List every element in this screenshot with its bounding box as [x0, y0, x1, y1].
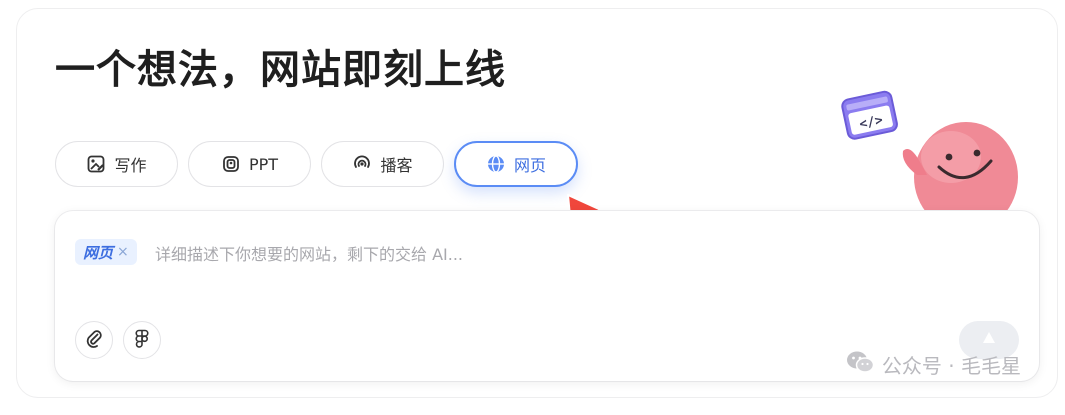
tab-label: 播客 — [380, 156, 413, 175]
podcast-icon — [352, 154, 372, 174]
tab-label: 网页 — [513, 156, 546, 175]
page-title: 一个想法，网站即刻上线 — [55, 47, 506, 93]
paperclip-icon — [84, 328, 104, 352]
send-up-icon — [980, 329, 998, 351]
figma-icon — [132, 328, 152, 352]
wechat-icon — [846, 350, 875, 379]
chip-label: 网页 — [83, 243, 114, 262]
code-window-icon: </> — [841, 90, 898, 140]
tab-label: PPT — [248, 154, 279, 174]
watermark-text: 公众号 · 毛毛星 — [881, 354, 1021, 378]
globe-icon — [486, 154, 506, 174]
tab-label: 写作 — [114, 156, 147, 175]
chip-remove-button[interactable]: × — [117, 244, 129, 260]
hero-card: 一个想法，网站即刻上线 </> 写作 PPT 播客 网页 网页 × 详细描述下你… — [16, 8, 1058, 398]
mode-tabs: 写作 PPT 播客 网页 — [55, 141, 578, 187]
mode-chip: 网页 × — [75, 239, 137, 265]
tab-ppt[interactable]: PPT — [188, 141, 311, 187]
tab-webpage[interactable]: 网页 — [454, 141, 578, 187]
watermark: 公众号 · 毛毛星 — [846, 350, 1021, 379]
tab-writing[interactable]: 写作 — [55, 141, 178, 187]
prompt-placeholder[interactable]: 详细描述下你想要的网站，剩下的交给 AI... — [155, 241, 463, 265]
attach-button[interactable] — [75, 321, 113, 359]
figma-import-button[interactable] — [123, 321, 161, 359]
ppt-icon — [221, 154, 241, 174]
mascot-illustration: </> — [841, 90, 1018, 217]
image-pen-icon — [86, 154, 106, 174]
tab-podcast[interactable]: 播客 — [321, 141, 444, 187]
